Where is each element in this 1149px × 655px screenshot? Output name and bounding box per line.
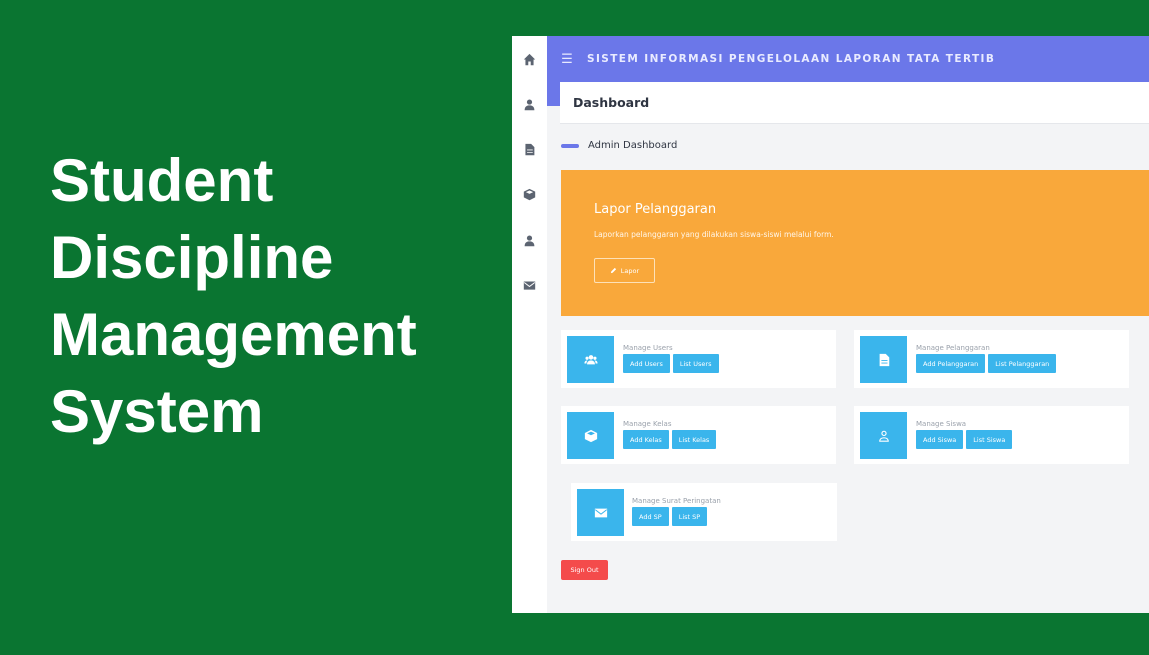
app-title: SISTEM INFORMASI PENGELOLAAN LAPORAN TAT… [587,53,996,65]
sidebar [512,36,547,613]
card-actions: Add Siswa List Siswa [916,430,1013,449]
users-icon [567,336,614,383]
banner-title: Lapor Pelanggaran [594,202,717,217]
card-label: Manage Users [623,344,673,352]
breadcrumb-text: Admin Dashboard [588,140,678,151]
envelope-icon [577,489,624,536]
manage-pelanggaran-card: Manage Pelanggaran Add Pelanggaran List … [854,330,1129,388]
list-pelanggaran-button[interactable]: List Pelanggaran [988,354,1057,373]
breadcrumb-marker [561,143,579,148]
list-sp-button[interactable]: List SP [671,507,708,526]
lapor-button-label: Lapor [620,266,640,275]
card-actions: Add SP List SP [632,507,708,526]
hero-line: Discipline [50,224,334,291]
card-label: Manage Surat Peringatan [632,497,721,505]
hero-line: System [50,378,264,445]
manage-kelas-card: Manage Kelas Add Kelas List Kelas [561,406,836,464]
document-icon[interactable] [521,141,537,157]
list-kelas-button[interactable]: List Kelas [671,430,717,449]
user-icon[interactable] [521,232,537,248]
breadcrumb: Admin Dashboard [561,140,677,151]
envelope-icon[interactable] [521,277,537,293]
add-kelas-button[interactable]: Add Kelas [623,430,669,449]
user-icon [860,412,907,459]
page-header: Dashboard [560,82,1149,124]
sign-out-button[interactable]: Sign Out [561,560,608,580]
document-icon [860,336,907,383]
banner-description: Laporkan pelanggaran yang dilakukan sisw… [594,230,834,239]
page-title: Dashboard [573,95,650,110]
add-sp-button[interactable]: Add SP [632,507,669,526]
app-screenshot: ☰ SISTEM INFORMASI PENGELOLAAN LAPORAN T… [512,36,1149,613]
manage-sp-card: Manage Surat Peringatan Add SP List SP [571,483,837,541]
card-actions: Add Pelanggaran List Pelanggaran [916,354,1057,373]
card-label: Manage Pelanggaran [916,344,990,352]
hero-line: Student [50,147,274,214]
home-icon[interactable] [521,51,537,67]
add-siswa-button[interactable]: Add Siswa [916,430,964,449]
menu-icon[interactable]: ☰ [547,52,587,67]
card-actions: Add Kelas List Kelas [623,430,717,449]
lapor-button[interactable]: Lapor [594,258,655,283]
box-icon[interactable] [521,186,537,202]
card-label: Manage Kelas [623,420,672,428]
add-users-button[interactable]: Add Users [623,354,670,373]
pencil-icon [610,267,616,274]
manage-siswa-card: Manage Siswa Add Siswa List Siswa [854,406,1129,464]
topbar: ☰ SISTEM INFORMASI PENGELOLAAN LAPORAN T… [547,36,1149,82]
user-icon[interactable] [521,96,537,112]
card-actions: Add Users List Users [623,354,719,373]
hero-line: Management [50,301,417,368]
add-pelanggaran-button[interactable]: Add Pelanggaran [916,354,986,373]
manage-users-card: Manage Users Add Users List Users [561,330,836,388]
hero-title: Student Discipline Management System [50,142,490,450]
list-siswa-button[interactable]: List Siswa [966,430,1013,449]
card-label: Manage Siswa [916,420,967,428]
box-icon [567,412,614,459]
list-users-button[interactable]: List Users [672,354,719,373]
topbar-accent [547,82,560,106]
report-banner: Lapor Pelanggaran Laporkan pelanggaran y… [561,170,1149,316]
